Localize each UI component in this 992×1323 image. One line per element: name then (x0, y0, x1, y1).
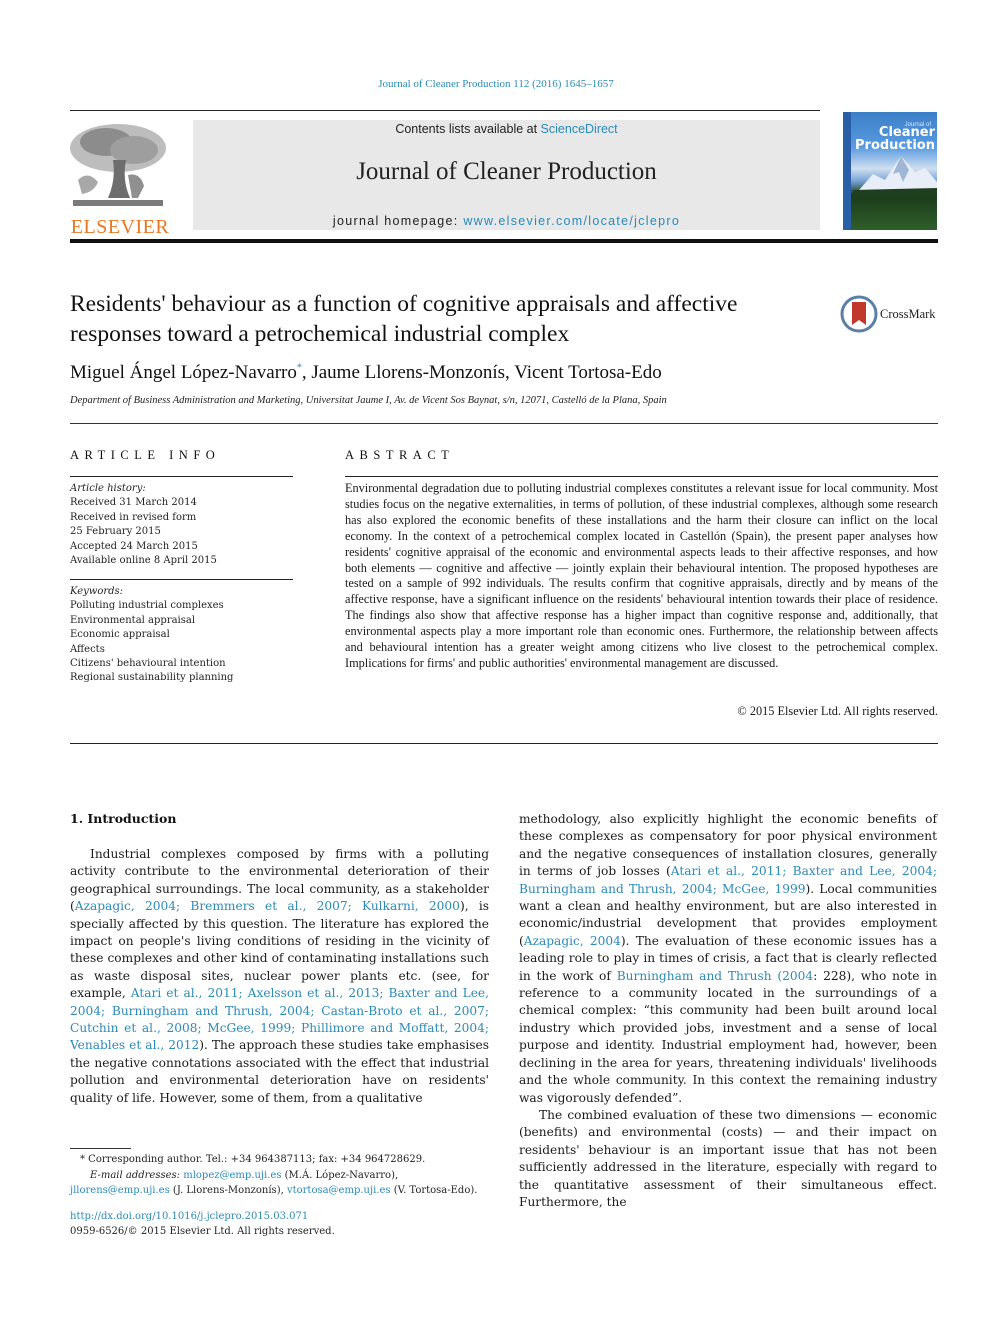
corresponding-author-note: * Corresponding author. Tel.: +34 964387… (80, 1154, 426, 1165)
divider (70, 423, 938, 424)
keywords-label: Keywords: (70, 586, 124, 597)
keyword-item: Economic appraisal (70, 629, 170, 641)
journal-citation[interactable]: Journal of Cleaner Production 112 (2016)… (0, 78, 992, 90)
cover-title-line2: Production (855, 138, 935, 153)
keyword-item: Citizens' behavioural intention (70, 658, 226, 670)
crossmark-label: CrossMark (880, 307, 936, 321)
footnote: * Corresponding author. Tel.: +34 964387… (70, 1152, 490, 1199)
footnote-divider (70, 1148, 131, 1149)
section-heading: 1. Introduction (70, 811, 177, 826)
keyword-item: Polluting industrial complexes (70, 600, 224, 612)
email-owner: (M.Á. López-Navarro), (281, 1169, 399, 1181)
author-separator: , (505, 362, 515, 383)
crossmark-icon (840, 295, 878, 333)
contents-available: Contents lists available at ScienceDirec… (193, 122, 820, 136)
body-column-right: methodology, also explicitly highlight t… (519, 811, 937, 1211)
journal-homepage: journal homepage: www.elsevier.com/locat… (193, 214, 820, 228)
abstract-text: Environmental degradation due to polluti… (345, 481, 938, 670)
crossmark-button[interactable]: CrossMark (840, 295, 940, 335)
elsevier-wordmark: ELSEVIER (70, 216, 170, 238)
journal-name: Journal of Cleaner Production (356, 158, 657, 185)
abstract-heading: ABSTRACT (345, 448, 455, 462)
citation-link[interactable]: Burningham and Thrush (2004 (617, 969, 814, 983)
abstract-copyright: © 2015 Elsevier Ltd. All rights reserved… (737, 704, 938, 718)
homepage-prefix: journal homepage: (332, 214, 464, 228)
history-item: Received 31 March 2014 (70, 497, 197, 509)
elsevier-logo[interactable]: ELSEVIER (68, 120, 172, 238)
divider (70, 579, 293, 580)
author-list: Miguel Ángel López-Navarro*, Jaume Llore… (70, 362, 662, 384)
paragraph: methodology, also explicitly highlight t… (519, 811, 937, 1107)
keyword-item: Environmental appraisal (70, 614, 196, 626)
contents-prefix: Contents lists available at (395, 122, 541, 136)
issn-copyright: 0959-6526/© 2015 Elsevier Ltd. All right… (70, 1226, 335, 1237)
keywords: Keywords: Polluting industrial complexes… (70, 585, 300, 686)
article-history: Article history: Received 31 March 2014 … (70, 482, 300, 568)
citation-link[interactable]: Azapagic, 2004; Bremmers et al., 2007; K… (75, 899, 460, 913)
history-item: Available online 8 April 2015 (70, 555, 217, 567)
cover-title: Cleaner Production (855, 126, 935, 152)
author-name[interactable]: Miguel Ángel López-Navarro (70, 362, 297, 383)
citation-link[interactable]: Azapagic, 2004 (524, 934, 621, 948)
email-link[interactable]: vtortosa@emp.uji.es (287, 1185, 391, 1196)
body-column-left: Industrial complexes composed by firms w… (70, 846, 489, 1107)
cover-strip (843, 112, 851, 230)
history-label: Article history: (70, 483, 146, 494)
sciencedirect-link[interactable]: ScienceDirect (541, 122, 618, 136)
history-item: Received in revised form (70, 511, 197, 523)
email-link[interactable]: mlopez@emp.uji.es (183, 1170, 281, 1181)
author-name[interactable]: Jaume Llorens-Monzonís (311, 362, 505, 383)
divider (70, 476, 293, 477)
header-divider (70, 110, 820, 111)
homepage-link[interactable]: www.elsevier.com/locate/jclepro (463, 214, 680, 228)
author-separator: , (301, 362, 312, 383)
text-run: : 228), who note in reference to a commu… (519, 968, 938, 1105)
keyword-item: Affects (70, 643, 105, 655)
affiliation: Department of Business Administration an… (70, 395, 667, 406)
email-owner: (V. Tortosa-Edo). (390, 1185, 478, 1196)
journal-cover-image[interactable]: Journal of Cleaner Production (843, 112, 937, 230)
history-item: 25 February 2015 (70, 526, 161, 538)
email-label: E-mail addresses: (90, 1169, 181, 1181)
journal-header-box: Contents lists available at ScienceDirec… (193, 120, 820, 230)
mountain-icon (853, 156, 937, 197)
paragraph: The combined evaluation of these two dim… (519, 1107, 937, 1209)
article-title: Residents' behaviour as a function of co… (70, 291, 738, 347)
author-name[interactable]: Vicent Tortosa-Edo (514, 362, 662, 383)
divider (345, 476, 938, 477)
divider (70, 743, 938, 744)
email-link[interactable]: jllorens@emp.uji.es (70, 1185, 170, 1196)
doi-link[interactable]: http://dx.doi.org/10.1016/j.jclepro.2015… (70, 1211, 308, 1222)
keyword-item: Regional sustainability planning (70, 672, 234, 684)
elsevier-tree-icon (68, 120, 168, 210)
email-owner: (J. Llorens-Monzonís), (169, 1185, 287, 1196)
paragraph: Industrial complexes composed by firms w… (70, 846, 489, 1107)
header-thick-rule (70, 239, 938, 243)
email-addresses: E-mail addresses: mlopez@emp.uji.es (M.Á… (70, 1168, 490, 1199)
article-info-heading: ARTICLE INFO (70, 448, 221, 462)
history-item: Accepted 24 March 2015 (70, 540, 198, 552)
